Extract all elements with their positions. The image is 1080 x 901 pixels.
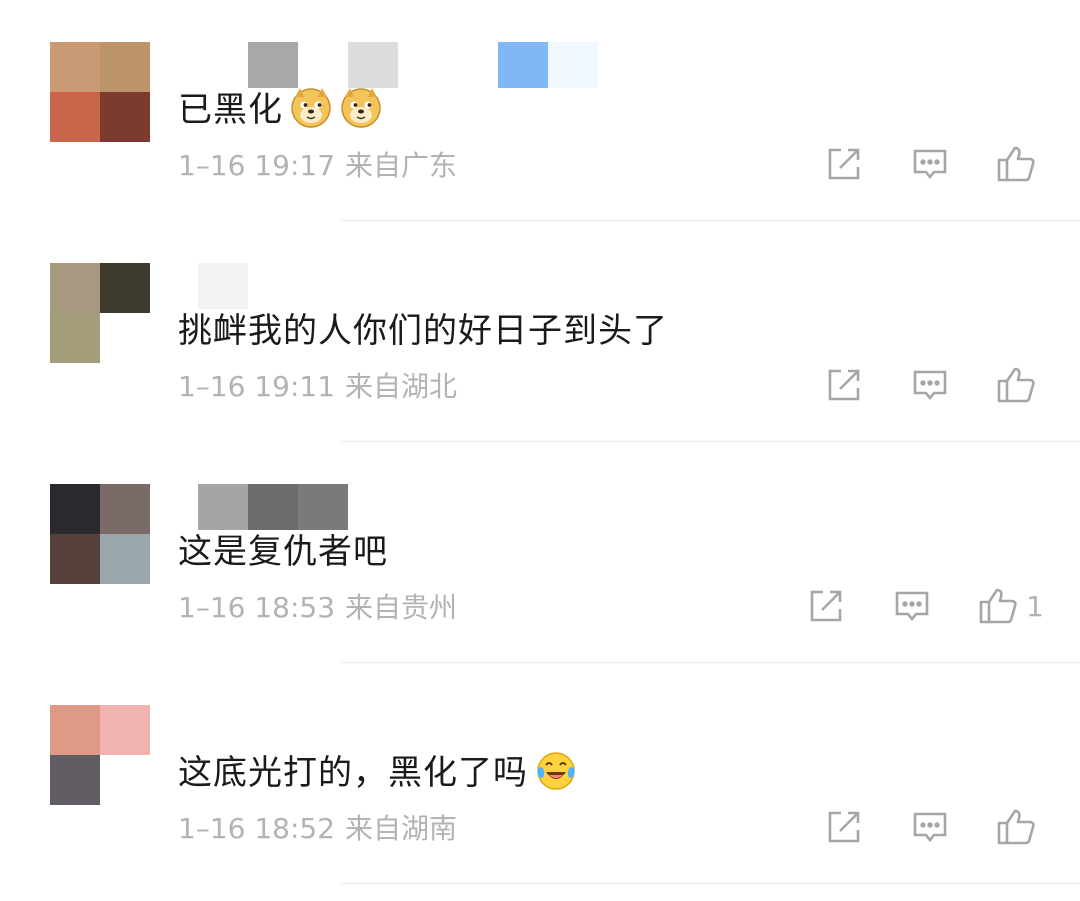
comment-text-content: 已黑化 (178, 90, 283, 130)
comment-date: 1–16 18:52 (178, 812, 336, 845)
comment-actions (780, 805, 1044, 849)
doge-emoji (289, 85, 333, 129)
avatar-tile (50, 755, 100, 805)
comment-actions (780, 142, 1044, 186)
avatar-tile (50, 42, 100, 92)
avatar-tile (50, 484, 100, 534)
avatar-tile (50, 92, 100, 142)
comment-text-content: 这底光打的，黑化了吗 (178, 753, 528, 793)
avatar-tile (100, 313, 150, 363)
like-count: 1 (1026, 589, 1044, 623)
comment-button[interactable] (890, 584, 934, 628)
avatar-tile (100, 263, 150, 313)
thumbs-up-icon (997, 809, 1035, 845)
comment-meta: 1–16 18:52 来自湖南 (178, 807, 457, 847)
comment-button[interactable] (908, 805, 952, 849)
avatar-tile (100, 484, 150, 534)
comment-actions: 1 (762, 584, 1044, 628)
comment-item: 这是复仇者吧 1–16 18:53 来自贵州 1 (0, 442, 1080, 663)
username-blur-block (548, 42, 598, 88)
avatar[interactable] (50, 705, 150, 805)
thumbs-up-icon (997, 367, 1035, 403)
comment-text: 这是复仇者吧 (178, 524, 388, 573)
comment-text-content: 这是复仇者吧 (178, 532, 388, 572)
repost-icon (828, 148, 860, 180)
like-button[interactable] (994, 363, 1038, 407)
comment-item: 这底光打的，黑化了吗 1–16 18:52 来自湖南 (0, 663, 1080, 884)
like-button[interactable] (994, 142, 1038, 186)
avatar-tile (50, 705, 100, 755)
thumbs-up-icon (979, 588, 1017, 624)
comment-date: 1–16 19:17 (178, 149, 336, 182)
username-blur-block (498, 42, 548, 88)
like-control (994, 805, 1044, 849)
comment-icon (895, 591, 929, 622)
comment-button[interactable] (908, 142, 952, 186)
avatar-tile (100, 755, 150, 805)
like-control (994, 142, 1044, 186)
comment-actions (780, 363, 1044, 407)
comment-icon (913, 812, 947, 843)
comment-location: 来自贵州 (345, 591, 458, 624)
repost-button[interactable] (804, 584, 848, 628)
like-button[interactable] (994, 805, 1038, 849)
comment-item: 挑衅我的人你们的好日子到头了 1–16 19:11 来自湖北 (0, 221, 1080, 442)
comment-icon (913, 370, 947, 401)
avatar-tile (50, 534, 100, 584)
repost-button[interactable] (822, 142, 866, 186)
comment-text: 已黑化 (178, 82, 383, 131)
repost-icon (810, 590, 842, 622)
avatar[interactable] (50, 484, 150, 584)
comment-text: 这底光打的，黑化了吗 (178, 745, 578, 794)
doge-emoji (339, 85, 383, 129)
avatar[interactable] (50, 263, 150, 363)
avatar-tile (100, 534, 150, 584)
username-blur-block (398, 42, 448, 88)
comment-item: 已黑化 1–16 19:17 来自广东 (0, 0, 1080, 221)
comment-button[interactable] (908, 363, 952, 407)
like-control (994, 363, 1044, 407)
divider (340, 883, 1080, 884)
emoji-group (528, 748, 578, 792)
avatar-tile (50, 313, 100, 363)
comment-text: 挑衅我的人你们的好日子到头了 (178, 303, 668, 352)
comment-date: 1–16 18:53 (178, 591, 336, 624)
avatar-tile (50, 263, 100, 313)
username-blur-block (448, 42, 498, 88)
like-control: 1 (976, 584, 1044, 628)
comment-icon (913, 149, 947, 180)
repost-button[interactable] (822, 805, 866, 849)
comment-meta: 1–16 19:17 来自广东 (178, 144, 457, 184)
avatar-tile (100, 92, 150, 142)
comment-date: 1–16 19:11 (178, 370, 336, 403)
repost-button[interactable] (822, 363, 866, 407)
emoji-group (283, 85, 383, 129)
thumbs-up-icon (997, 146, 1035, 182)
comment-location: 来自广东 (345, 149, 458, 182)
like-button[interactable] (976, 584, 1020, 628)
avatar-tile (100, 42, 150, 92)
avatar-tile (100, 705, 150, 755)
laugh-cry-emoji (534, 748, 578, 792)
comment-location: 来自湖北 (345, 370, 458, 403)
comment-meta: 1–16 18:53 来自贵州 (178, 586, 457, 626)
repost-icon (828, 369, 860, 401)
comment-location: 来自湖南 (345, 812, 458, 845)
avatar[interactable] (50, 42, 150, 142)
comment-text-content: 挑衅我的人你们的好日子到头了 (178, 311, 668, 351)
repost-icon (828, 811, 860, 843)
comment-meta: 1–16 19:11 来自湖北 (178, 365, 457, 405)
